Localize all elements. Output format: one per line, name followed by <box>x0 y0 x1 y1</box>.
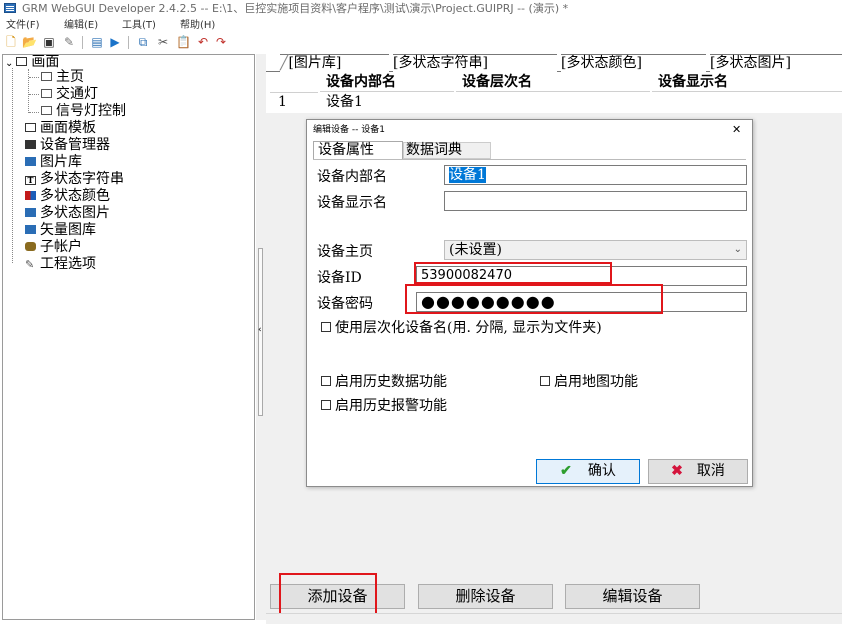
tab-multistate-color[interactable]: [多状态颜色] <box>561 54 706 73</box>
tree-item-multistate-color[interactable]: 多状态颜色 <box>25 188 110 204</box>
multistate-image-icon <box>25 208 36 217</box>
status-bar <box>266 613 842 624</box>
tree-item-screen-templates[interactable]: 画面模板 <box>25 120 96 136</box>
save-icon[interactable]: ▣ <box>42 35 56 49</box>
tab-multistate-string[interactable]: [多状态字符串] <box>393 54 557 73</box>
edit-device-button[interactable]: 编辑设备 <box>565 584 700 609</box>
delete-device-button[interactable]: 删除设备 <box>418 584 553 609</box>
tree-item-multistate-string[interactable]: T 多状态字符串 <box>25 171 124 187</box>
tree-item-sub-accounts[interactable]: 子帐户 <box>25 239 82 255</box>
highlight-add-device <box>279 573 377 618</box>
history-data-checkbox[interactable]: 启用历史数据功能 <box>321 371 447 391</box>
run-icon[interactable]: ▶ <box>108 35 122 49</box>
menu-help[interactable]: 帮助(H) <box>180 18 215 33</box>
dialog-title: 编辑设备 -- 设备1 <box>313 125 385 135</box>
tab-data-dictionary[interactable]: 数据词典 <box>403 142 491 159</box>
tree-item-project-options[interactable]: ✎ 工程选项 <box>25 256 96 272</box>
users-icon <box>25 242 36 251</box>
tree-page-signal-control[interactable]: 信号灯控制 <box>41 103 126 119</box>
undo-icon[interactable]: ↶ <box>196 35 210 49</box>
device-manager-icon <box>25 140 36 149</box>
title-bar: GRM WebGUI Developer 2.4.2.5 -- E:\1、巨控实… <box>0 0 842 18</box>
hierarchical-name-checkbox[interactable]: 使用层次化设备名(用. 分隔, 显示为文件夹) <box>321 317 602 337</box>
checkmark-icon: ✔ <box>560 463 572 479</box>
table-row-index[interactable]: 1 <box>278 93 287 111</box>
chevron-down-icon: ⌄ <box>733 244 742 255</box>
display-name-input[interactable] <box>444 191 747 211</box>
tree-item-vector-library[interactable]: 矢量图库 <box>25 222 96 238</box>
device-table: 设备内部名 设备层次名 设备显示名 1 设备1 <box>270 73 842 113</box>
color-palette-icon <box>25 191 36 200</box>
chevron-down-icon[interactable]: ⌄ <box>5 58 13 69</box>
tab-multistate-image[interactable]: [多状态图片] <box>710 54 842 73</box>
column-header-hierarchy-name[interactable]: 设备层次名 <box>456 73 650 92</box>
copy-icon[interactable]: ⧉ <box>136 35 150 49</box>
tree-item-image-library[interactable]: 图片库 <box>25 154 82 170</box>
column-header-display-name[interactable]: 设备显示名 <box>652 73 842 92</box>
new-file-icon[interactable]: 🗋 <box>4 35 18 49</box>
highlight-device-id <box>414 262 612 284</box>
image-icon[interactable]: ▤ <box>90 35 104 49</box>
cancel-button[interactable]: ✖ 取消 <box>648 459 748 484</box>
vector-library-icon <box>25 225 36 234</box>
open-folder-icon[interactable]: 📂 <box>22 35 37 49</box>
redo-icon[interactable]: ↷ <box>214 35 228 49</box>
toolbar-separator <box>82 36 83 49</box>
tree-root-screens[interactable]: ⌄ 画面 <box>5 54 59 70</box>
cut-icon[interactable]: ✂ <box>156 35 170 49</box>
toolbar: 🗋 📂 ▣ ✎ ▤ ▶ ⧉ ✂ 📋 ↶ ↷ <box>0 34 842 52</box>
tree-page-home[interactable]: 主页 <box>41 69 84 85</box>
tab-device-properties[interactable]: 设备属性 <box>313 141 403 159</box>
homepage-select[interactable]: (未设置) ⌄ <box>444 240 747 260</box>
map-function-checkbox[interactable]: 启用地图功能 <box>540 371 638 391</box>
checkbox-icon <box>321 376 331 386</box>
close-icon[interactable]: ✕ <box>732 120 741 140</box>
screen-icon <box>16 57 28 66</box>
display-name-label: 设备显示名 <box>317 195 387 211</box>
menu-tools[interactable]: 工具(T) <box>122 18 156 33</box>
paste-icon[interactable]: 📋 <box>176 35 191 49</box>
homepage-label: 设备主页 <box>317 244 373 260</box>
window-title: GRM WebGUI Developer 2.4.2.5 -- E:\1、巨控实… <box>22 2 569 15</box>
history-alarm-checkbox[interactable]: 启用历史报警功能 <box>321 395 447 415</box>
tab-image-library[interactable]: ╱[图片库] <box>280 54 389 73</box>
page-icon <box>41 106 52 115</box>
checkbox-icon <box>321 400 331 410</box>
device-id-label: 设备ID <box>317 270 362 286</box>
page-icon <box>41 89 52 98</box>
ok-button[interactable]: ✔ 确认 <box>536 459 640 484</box>
tree-page-traffic-light[interactable]: 交通灯 <box>41 86 98 102</box>
tree-item-multistate-image[interactable]: 多状态图片 <box>25 205 110 221</box>
checkbox-icon <box>540 376 550 386</box>
image-library-icon <box>25 157 36 166</box>
toolbar-separator <box>128 36 129 49</box>
dialog-title-bar: 编辑设备 -- 设备1 ✕ <box>307 120 752 140</box>
tree-item-device-manager[interactable]: 设备管理器 <box>25 137 110 153</box>
menu-file[interactable]: 文件(F) <box>6 18 40 33</box>
tool-wrench-icon[interactable]: ✎ <box>62 35 76 49</box>
wrench-icon: ✎ <box>25 258 35 271</box>
checkbox-icon <box>321 322 331 332</box>
app-icon <box>4 3 16 13</box>
table-row-device-name[interactable]: 设备1 <box>326 93 363 111</box>
internal-name-input[interactable]: 设备1 <box>444 165 747 185</box>
text-t-icon: T <box>25 176 36 185</box>
tab-bar: ╱[图片库] [多状态字符串] [多状态颜色] [多状态图片] <box>266 54 842 73</box>
device-password-label: 设备密码 <box>317 296 373 312</box>
column-header-index <box>270 73 318 93</box>
internal-name-label: 设备内部名 <box>317 169 387 185</box>
column-header-internal-name[interactable]: 设备内部名 <box>320 73 454 92</box>
menu-edit[interactable]: 编辑(E) <box>64 18 98 33</box>
cross-icon: ✖ <box>671 463 683 479</box>
highlight-device-password <box>405 284 663 314</box>
project-tree: ⌄ 画面 主页 交通灯 信号灯控制 画面模板 设备管理器 图片库 T 多状态字符串 … <box>2 54 255 620</box>
template-icon <box>25 123 36 132</box>
page-icon <box>41 72 52 81</box>
collapse-left-icon[interactable]: ‹ <box>258 325 262 335</box>
